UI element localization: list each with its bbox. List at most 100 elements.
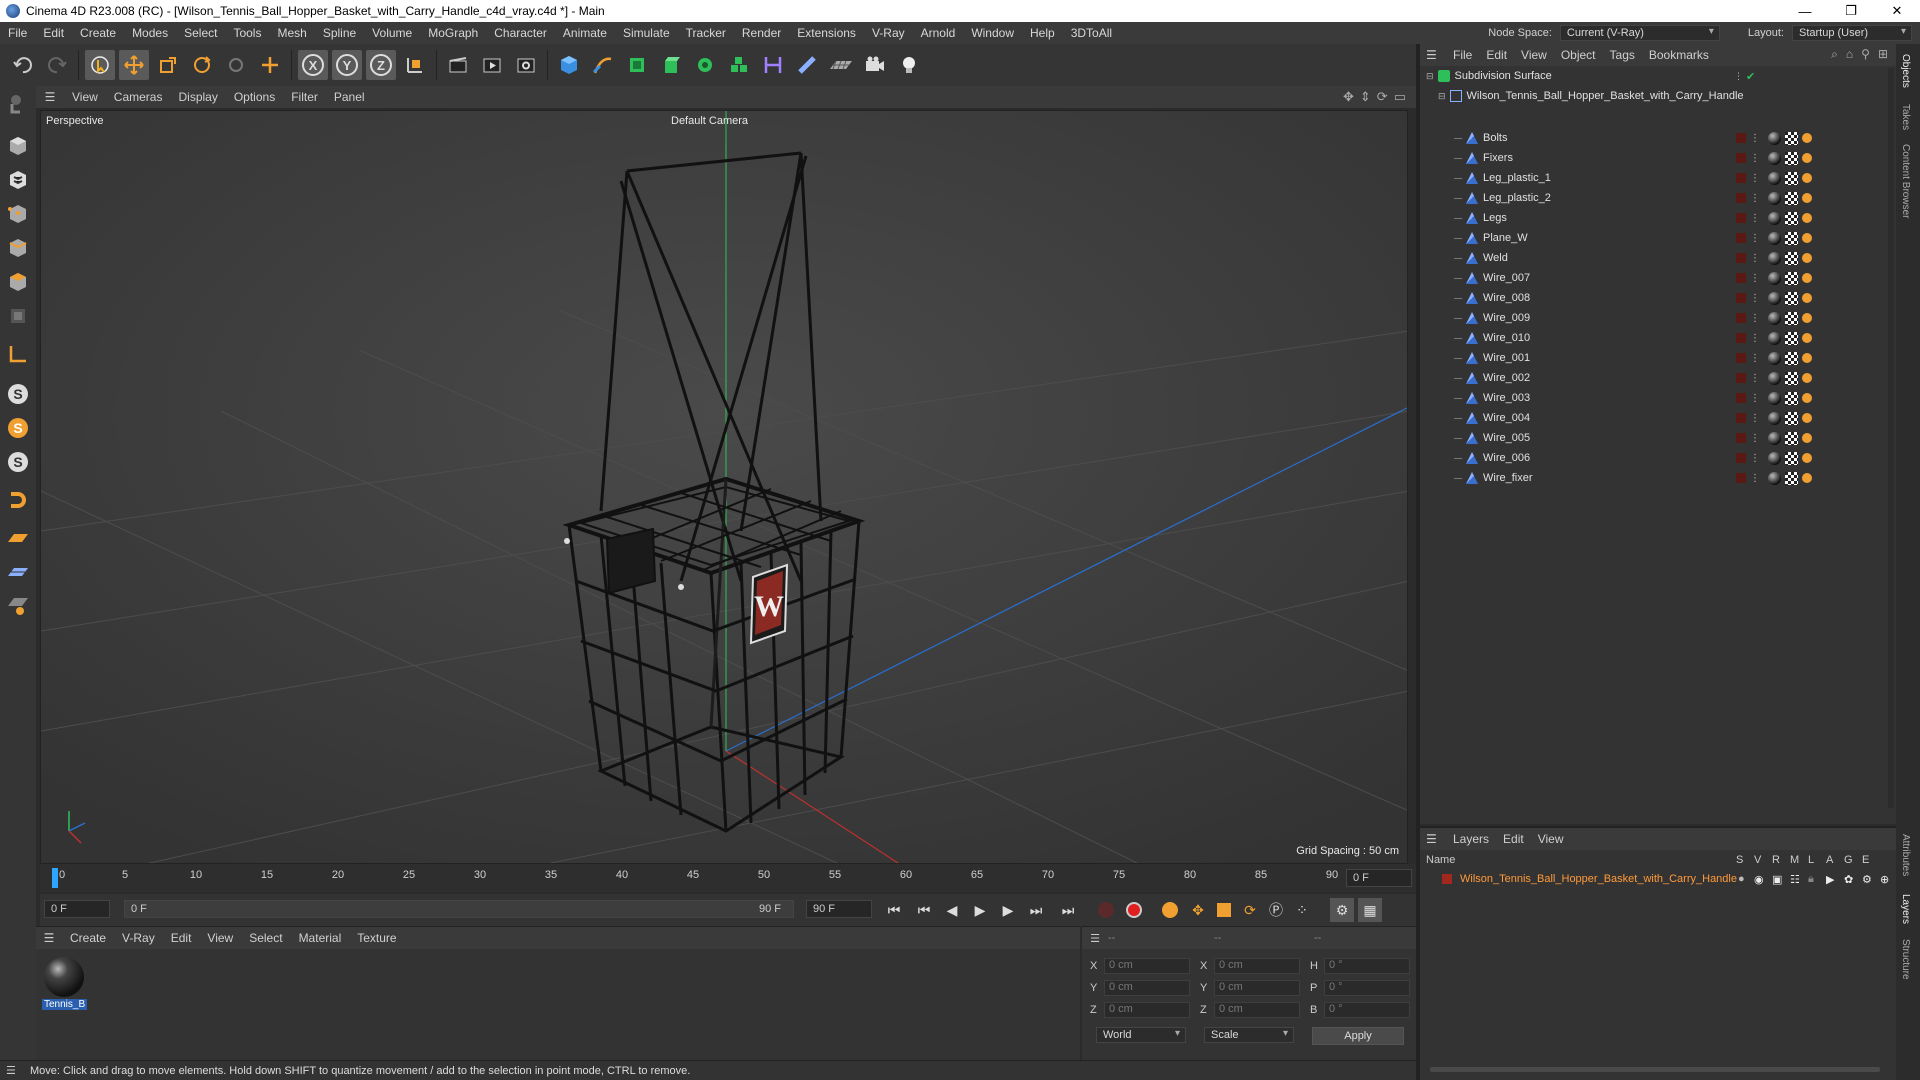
tree-row-child[interactable]: Wire_005 ⋮ xyxy=(1420,428,1896,448)
visibility-dots-icon[interactable]: ⋮ xyxy=(1750,353,1760,364)
uv-mode-button[interactable] xyxy=(2,300,34,332)
key-scale-button[interactable] xyxy=(1212,898,1236,922)
sculpt-grid-button[interactable] xyxy=(2,556,34,588)
layer-menu-view[interactable]: View xyxy=(1531,832,1571,846)
apply-button[interactable]: Apply xyxy=(1312,1027,1404,1045)
size-z-field[interactable]: 0 cm xyxy=(1214,1002,1300,1018)
object-layer-swatch[interactable] xyxy=(1736,233,1746,243)
enabled-check-icon[interactable]: ✔ xyxy=(1746,70,1755,83)
vray-tag-icon[interactable] xyxy=(1802,213,1812,223)
field-button[interactable] xyxy=(792,50,822,80)
uvw-tag-icon[interactable] xyxy=(1785,151,1798,165)
visibility-dots-icon[interactable]: ⋮ xyxy=(1750,213,1760,224)
visibility-dots-icon[interactable]: ⋮ xyxy=(1750,133,1760,144)
pan-icon[interactable]: ✥ xyxy=(1343,89,1354,105)
object-layer-swatch[interactable] xyxy=(1736,213,1746,223)
obj-menu-view[interactable]: View xyxy=(1514,48,1554,62)
uvw-tag-icon[interactable] xyxy=(1785,351,1798,365)
layer-menu-layers[interactable]: Layers xyxy=(1446,832,1496,846)
layer-menu-edit[interactable]: Edit xyxy=(1496,832,1531,846)
play-button[interactable]: ▶ xyxy=(968,898,992,922)
tree-row-child[interactable]: Wire_008 ⋮ xyxy=(1420,288,1896,308)
size-y-field[interactable]: 0 cm xyxy=(1214,980,1300,996)
mat-menu-vray[interactable]: V-Ray xyxy=(114,931,163,945)
layer-generators-icon[interactable]: ✿ xyxy=(1844,873,1853,886)
material-name[interactable]: Tennis_B xyxy=(42,999,88,1010)
vray-tag-icon[interactable] xyxy=(1802,373,1812,383)
vray-tag-icon[interactable] xyxy=(1802,233,1812,243)
menu-help[interactable]: Help xyxy=(1022,26,1063,40)
object-layer-swatch[interactable] xyxy=(1736,453,1746,463)
uvw-tag-icon[interactable] xyxy=(1785,131,1798,145)
search-icon[interactable]: ⌕ xyxy=(1831,47,1838,62)
object-layer-swatch[interactable] xyxy=(1736,393,1746,403)
mat-menu-select[interactable]: Select xyxy=(241,931,290,945)
prev-key-button[interactable]: ⏮ xyxy=(912,898,936,922)
menu-window[interactable]: Window xyxy=(963,26,1022,40)
motion-system-button[interactable]: ⚙ xyxy=(1330,898,1354,922)
polygons-mode-button[interactable] xyxy=(2,266,34,298)
material-tag-icon[interactable] xyxy=(1768,151,1781,165)
x-axis-lock-button[interactable]: X xyxy=(298,50,328,80)
menu-simulate[interactable]: Simulate xyxy=(615,26,678,40)
vray-tag-icon[interactable] xyxy=(1802,473,1812,483)
side-tab-content-browser[interactable]: Content Browser xyxy=(1900,144,1911,218)
deformer-button[interactable] xyxy=(758,50,788,80)
mat-menu-create[interactable]: Create xyxy=(62,931,114,945)
material-tag-icon[interactable] xyxy=(1768,451,1781,465)
obj-menu-bookmarks[interactable]: Bookmarks xyxy=(1642,48,1716,62)
size-mode-dropdown[interactable]: Scale xyxy=(1204,1027,1294,1043)
object-layer-swatch[interactable] xyxy=(1736,353,1746,363)
cube-object-button[interactable] xyxy=(554,50,584,80)
menu-mograph[interactable]: MoGraph xyxy=(420,26,486,40)
maximize-button[interactable]: ❐ xyxy=(1828,0,1874,22)
object-layer-swatch[interactable] xyxy=(1736,253,1746,263)
layer-animation-icon[interactable]: ▶ xyxy=(1826,873,1834,886)
tree-row-child[interactable]: Wire_007 ⋮ xyxy=(1420,268,1896,288)
rotate-tool-button[interactable] xyxy=(187,50,217,80)
material-tag-icon[interactable] xyxy=(1768,371,1781,385)
visibility-dots-icon[interactable]: ⋮ xyxy=(1750,293,1760,304)
layer-horizontal-scrollbar[interactable] xyxy=(1430,1067,1880,1072)
object-layer-swatch[interactable] xyxy=(1736,313,1746,323)
move-tool-button[interactable] xyxy=(119,50,149,80)
vray-tag-icon[interactable] xyxy=(1802,273,1812,283)
undo-button[interactable] xyxy=(8,50,38,80)
material-tag-icon[interactable] xyxy=(1768,271,1781,285)
home-icon[interactable]: ⌂ xyxy=(1846,47,1853,62)
next-key-button[interactable]: ⏭ xyxy=(1024,898,1048,922)
record-keys-button[interactable] xyxy=(1094,898,1118,922)
make-editable-button[interactable] xyxy=(2,88,34,120)
mat-menu-edit[interactable]: Edit xyxy=(163,931,200,945)
tree-row-subdivision[interactable]: ⊟ Subdivision Surface ⋮ ✔ xyxy=(1420,66,1896,86)
object-manager-scrollbar[interactable] xyxy=(1888,68,1894,808)
mat-menu-material[interactable]: Material xyxy=(291,931,350,945)
rotation-p-field[interactable]: 0 ° xyxy=(1324,980,1410,996)
object-layer-swatch[interactable] xyxy=(1736,273,1746,283)
timeline-playhead[interactable] xyxy=(52,868,58,888)
visibility-dots-icon[interactable]: ⋮ xyxy=(1734,71,1743,82)
snap-button[interactable]: S xyxy=(2,378,34,410)
material-preview-ball[interactable] xyxy=(44,957,84,997)
layer-expressions-icon[interactable]: ⚙ xyxy=(1862,873,1872,886)
vray-tag-icon[interactable] xyxy=(1802,353,1812,363)
z-axis-lock-button[interactable]: Z xyxy=(366,50,396,80)
vp-menu-panel[interactable]: Panel xyxy=(326,90,373,104)
maximize-view-icon[interactable]: ▭ xyxy=(1394,89,1406,105)
tree-row-child[interactable]: Wire_003 ⋮ xyxy=(1420,388,1896,408)
key-rotation-button[interactable]: ⟳ xyxy=(1238,898,1262,922)
visibility-dots-icon[interactable]: ⋮ xyxy=(1750,333,1760,344)
tree-row-group[interactable]: ⊟ Wilson_Tennis_Ball_Hopper_Basket_with_… xyxy=(1420,86,1896,106)
menu-render[interactable]: Render xyxy=(734,26,789,40)
obj-menu-tags[interactable]: Tags xyxy=(1603,48,1642,62)
zoom-icon[interactable]: ⇕ xyxy=(1360,89,1371,105)
redo-button[interactable] xyxy=(42,50,72,80)
goto-start-button[interactable]: ⏮ xyxy=(882,898,906,922)
vray-tag-icon[interactable] xyxy=(1802,153,1812,163)
magnet-button[interactable] xyxy=(2,484,34,516)
tree-row-child[interactable]: Plane_W ⋮ xyxy=(1420,228,1896,248)
material-tag-icon[interactable] xyxy=(1768,251,1781,265)
edges-mode-button[interactable] xyxy=(2,232,34,264)
tree-row-child[interactable]: Fixers ⋮ xyxy=(1420,148,1896,168)
object-menu-icon[interactable]: ☰ xyxy=(1426,48,1437,62)
